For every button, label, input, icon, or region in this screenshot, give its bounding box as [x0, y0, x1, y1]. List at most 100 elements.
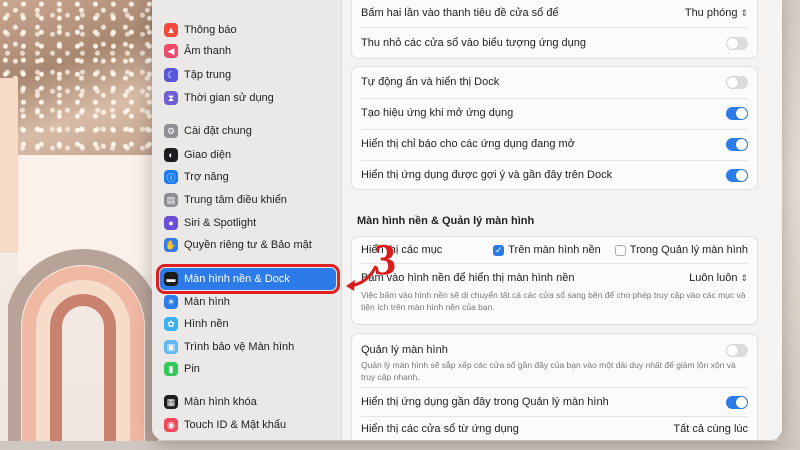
- screensaver-icon: ▣: [164, 340, 178, 354]
- in-stage-manager-option[interactable]: Trong Quản lý màn hình: [614, 244, 748, 256]
- show-windows-popup[interactable]: Tất cả cùng lúc: [673, 423, 748, 435]
- sidebar-item-label: Trung tâm điều khiển: [184, 194, 287, 206]
- animate-opening-toggle[interactable]: [726, 106, 748, 120]
- desktop-options-group: Hiển thị các mục ✓ Trên màn hình nền Tro…: [351, 236, 758, 325]
- moon-icon: ☾: [164, 68, 178, 82]
- stage-manager-row: Quản lý màn hình: [352, 340, 757, 360]
- sidebar-item-siri[interactable]: ● Siri & Spotlight: [160, 212, 336, 234]
- show-indicators-row: Hiển thị chỉ báo cho các ứng dụng đang m…: [352, 133, 757, 155]
- in-stage-manager-label: Trong Quản lý màn hình: [629, 244, 748, 256]
- separator: [361, 416, 748, 417]
- click-wallpaper-popup[interactable]: Luôn luôn ⇕: [689, 272, 748, 284]
- separator: [361, 263, 748, 264]
- sidebar-item-hourglass[interactable]: ⧗ Thời gian sử dụng: [160, 87, 336, 109]
- dock-icon: ▬: [164, 272, 178, 286]
- sidebar-item-battery[interactable]: ▮ Pin: [160, 358, 336, 380]
- sidebar-item-screensaver[interactable]: ▣ Trình bảo vệ Màn hình: [160, 336, 336, 358]
- autohide-dock-label: Tự động ẩn và hiển thị Dock: [361, 76, 500, 88]
- sidebar-item-label: Thông báo: [184, 24, 237, 36]
- sidebar-item-flower[interactable]: ✿ Hình nền: [160, 313, 336, 335]
- on-desktop-option[interactable]: ✓ Trên màn hình nền: [493, 244, 601, 256]
- sidebar-item-sun[interactable]: ☀ Màn hình: [160, 291, 336, 313]
- sidebar-item-speaker[interactable]: ◀ Âm thanh: [160, 40, 336, 62]
- siri-icon: ●: [164, 216, 178, 230]
- speaker-icon: ◀: [164, 44, 178, 58]
- updown-chevron-icon: ⇕: [740, 273, 748, 283]
- battery-icon: ▮: [164, 362, 178, 376]
- sidebar-item-fingerprint[interactable]: ◉ Touch ID & Mật khẩu: [160, 414, 336, 436]
- stage-manager-description: Quản lý màn hình sẽ sắp xếp các cửa sổ g…: [361, 360, 736, 382]
- window-behavior-group: Bấm hai lần vào thanh tiêu đề cửa sổ để …: [351, 0, 758, 59]
- recent-apps-label: Hiển thị ứng dụng gần đây trong Quản lý …: [361, 396, 609, 408]
- show-indicators-label: Hiển thị chỉ báo cho các ứng dụng đang m…: [361, 138, 575, 150]
- bell-icon: ▲: [164, 23, 178, 37]
- sidebar-item-label: Quyền riêng tư & Bảo mật: [184, 239, 312, 251]
- animate-opening-row: Tạo hiệu ứng khi mở ứng dụng: [352, 102, 757, 124]
- sidebar-item-label: Pin: [184, 363, 200, 375]
- show-items-row: Hiển thị các mục ✓ Trên màn hình nền Tro…: [352, 239, 757, 261]
- sidebar-item-hand[interactable]: ✋ Quyền riêng tư & Bảo mật: [160, 234, 336, 256]
- updown-chevron-icon: ⇕: [740, 8, 748, 18]
- stage-manager-group: Quản lý màn hình Quản lý màn hình sẽ sắp…: [351, 333, 758, 440]
- settings-sidebar: ▲ Thông báo ◀ Âm thanh ☾ Tập trung ⧗ Thời gian …: [152, 0, 342, 440]
- show-suggested-apps-label: Hiển thị ứng dụng được gợi ý và gần đây …: [361, 169, 613, 181]
- show-suggested-apps-row: Hiển thị ứng dụng được gợi ý và gần đây …: [352, 164, 757, 186]
- separator: [361, 387, 748, 388]
- system-settings-window: ▲ Thông báo ◀ Âm thanh ☾ Tập trung ⧗ Thời gian …: [152, 0, 782, 440]
- sidebar-item-control-center[interactable]: ▤ Trung tâm điều khiển: [160, 189, 336, 211]
- double-click-title-row: Bấm hai lần vào thanh tiêu đề cửa sổ để …: [352, 2, 757, 24]
- double-click-title-label: Bấm hai lần vào thanh tiêu đề cửa sổ để: [361, 7, 559, 19]
- accessibility-icon: ⓘ: [164, 170, 178, 184]
- sidebar-item-moon[interactable]: ☾ Tập trung: [160, 64, 336, 86]
- sidebar-item-label: Tập trung: [184, 69, 232, 81]
- show-indicators-toggle[interactable]: [726, 137, 748, 151]
- sidebar-item-gear[interactable]: ⚙ Cài đặt chung: [160, 120, 336, 142]
- wallpaper-peach-block: [0, 78, 18, 253]
- sidebar-item-label: Màn hình khóa: [184, 396, 257, 408]
- annotation-step-number: 3: [374, 235, 396, 284]
- dock-options-group: Tự động ẩn và hiển thị Dock Tạo hiệu ứng …: [351, 66, 758, 190]
- sidebar-item-label: Siri & Spotlight: [184, 217, 257, 229]
- separator: [361, 129, 748, 130]
- click-wallpaper-description: Việc bấm vào hình nền sẽ di chuyển tất c…: [361, 290, 746, 312]
- fingerprint-icon: ◉: [164, 418, 178, 432]
- show-windows-label: Hiển thị các cửa sổ từ ứng dụng: [361, 423, 519, 435]
- stage-manager-toggle[interactable]: [726, 343, 748, 357]
- animate-opening-label: Tạo hiệu ứng khi mở ứng dụng: [361, 107, 514, 119]
- sidebar-item-label: Âm thanh: [184, 45, 232, 57]
- double-click-title-value: Thu phóng: [684, 7, 738, 19]
- sidebar-item-label: Thời gian sử dụng: [184, 92, 274, 104]
- sidebar-item-accessibility[interactable]: ⓘ Trợ năng: [160, 166, 336, 188]
- click-wallpaper-label: Bấm vào hình nền để hiển thị màn hình nề…: [361, 272, 575, 284]
- hourglass-icon: ⧗: [164, 91, 178, 105]
- recent-apps-row: Hiển thị ứng dụng gần đây trong Quản lý …: [352, 391, 757, 413]
- minimize-to-app-toggle[interactable]: [726, 36, 748, 50]
- double-click-title-popup[interactable]: Thu phóng ⇕: [685, 7, 748, 19]
- click-wallpaper-row: Bấm vào hình nền để hiển thị màn hình nề…: [352, 268, 757, 288]
- separator: [361, 27, 748, 28]
- settings-main-pane: Bấm hai lần vào thanh tiêu đề cửa sổ để …: [343, 0, 782, 440]
- appearance-icon: ◐: [164, 148, 178, 162]
- stage-manager-label: Quản lý màn hình: [361, 344, 448, 356]
- autohide-dock-toggle[interactable]: [726, 75, 748, 89]
- on-desktop-checkbox[interactable]: ✓: [493, 244, 505, 256]
- rainbow-illustration: [8, 249, 158, 450]
- lock-screen-icon: ▦: [164, 395, 178, 409]
- show-suggested-apps-toggle[interactable]: [726, 168, 748, 182]
- sidebar-item-label: Trình bảo vệ Màn hình: [184, 341, 295, 353]
- sidebar-item-appearance[interactable]: ◐ Giao diện: [160, 144, 336, 166]
- recent-apps-toggle[interactable]: [726, 395, 748, 409]
- sidebar-item-label: Touch ID & Mật khẩu: [184, 419, 287, 431]
- desktop-section-heading: Màn hình nền & Quản lý màn hình: [357, 215, 535, 227]
- sidebar-item-label: Màn hình nền & Dock: [184, 273, 290, 285]
- sidebar-item-lock-screen[interactable]: ▦ Màn hình khóa: [160, 391, 336, 413]
- sidebar-item-label: Trợ năng: [184, 171, 229, 183]
- separator: [361, 98, 748, 99]
- dock-bar: [0, 441, 800, 450]
- in-stage-manager-checkbox[interactable]: [614, 244, 626, 256]
- sun-icon: ☀: [164, 295, 178, 309]
- sidebar-item-dock[interactable]: ▬ Màn hình nền & Dock: [156, 264, 340, 294]
- sidebar-item-bell[interactable]: ▲ Thông báo: [160, 19, 336, 41]
- separator: [361, 160, 748, 161]
- hand-icon: ✋: [164, 238, 178, 252]
